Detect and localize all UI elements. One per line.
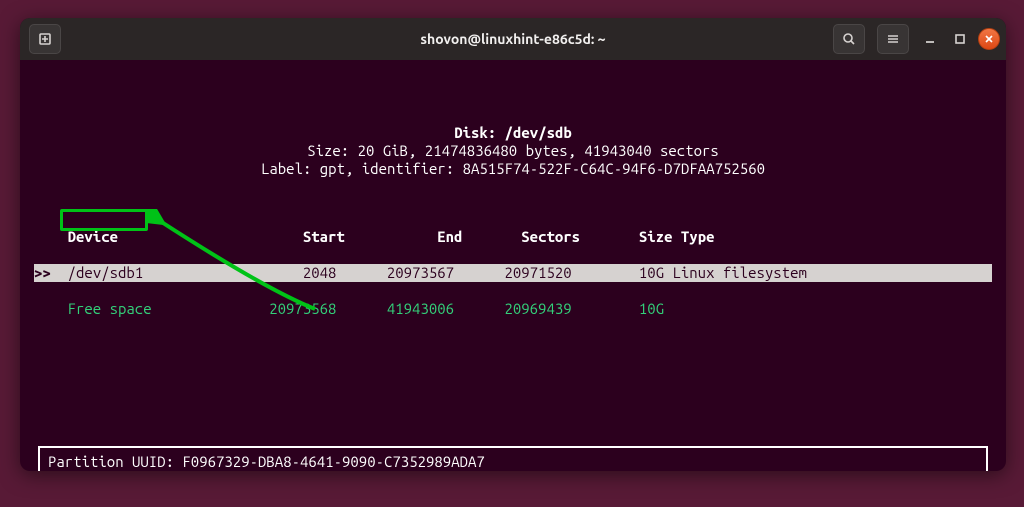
new-tab-button[interactable] bbox=[29, 24, 61, 54]
hamburger-menu-button[interactable] bbox=[877, 24, 909, 54]
column-headers: Device Start End Sectors Size Type bbox=[20, 228, 1006, 246]
size-line: Size: 20 GiB, 21474836480 bytes, 4194304… bbox=[307, 142, 719, 159]
terminal-window: shovon@linuxhint-e86c5d: ~ Disk: /dev/sd… bbox=[20, 18, 1006, 471]
partition-row-selected[interactable]: >> /dev/sdb1 2048 20973567 20971520 10G … bbox=[34, 264, 992, 282]
annotation-highlight-box bbox=[60, 209, 148, 231]
freespace-row[interactable]: Free space 20973568 41943006 20969439 10… bbox=[20, 300, 1006, 318]
window-title: shovon@linuxhint-e86c5d: ~ bbox=[420, 31, 605, 47]
uuid-line: Partition UUID: F0967329-DBA8-4641-9090-… bbox=[48, 453, 485, 470]
device-name: /dev/sdb1 bbox=[68, 264, 144, 281]
partition-details: Partition UUID: F0967329-DBA8-4641-9090-… bbox=[38, 446, 988, 471]
maximize-button[interactable] bbox=[948, 27, 972, 51]
device-name: Free space bbox=[68, 300, 152, 317]
label-line: Label: gpt, identifier: 8A515F74-522F-C6… bbox=[261, 160, 765, 177]
search-button[interactable] bbox=[833, 24, 865, 54]
titlebar: shovon@linuxhint-e86c5d: ~ bbox=[20, 18, 1006, 60]
disk-line: Disk: /dev/sdb bbox=[454, 124, 572, 141]
terminal-content: Disk: /dev/sdb Size: 20 GiB, 21474836480… bbox=[20, 60, 1006, 471]
minimize-button[interactable] bbox=[918, 27, 942, 51]
disk-header: Disk: /dev/sdb Size: 20 GiB, 21474836480… bbox=[20, 106, 1006, 178]
close-button[interactable] bbox=[978, 28, 1000, 50]
